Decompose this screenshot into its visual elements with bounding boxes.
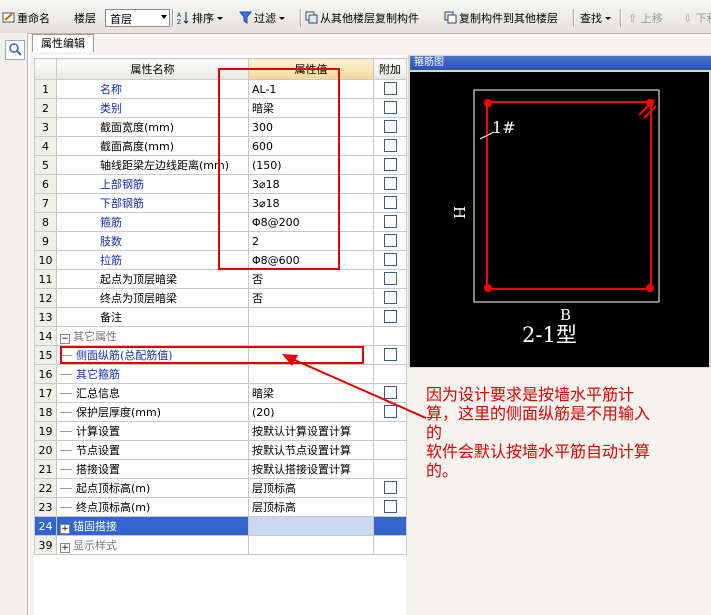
note-line-4: 软件会默认按墙水平筋自动计算 [426, 442, 651, 461]
annotation-arrow [282, 354, 427, 419]
note-line-2: 算，这里的侧面纵筋是不用输入 [426, 404, 651, 423]
note-line-3: 的 [426, 423, 443, 442]
note-line-5: 的。 [426, 461, 459, 480]
annotation-note: 因为设计要求是按墙水平筋计 算，这里的侧面纵筋是不用输入 的 软件会默认按墙水平… [426, 385, 711, 480]
note-line-1: 因为设计要求是按墙水平筋计 [426, 385, 635, 404]
